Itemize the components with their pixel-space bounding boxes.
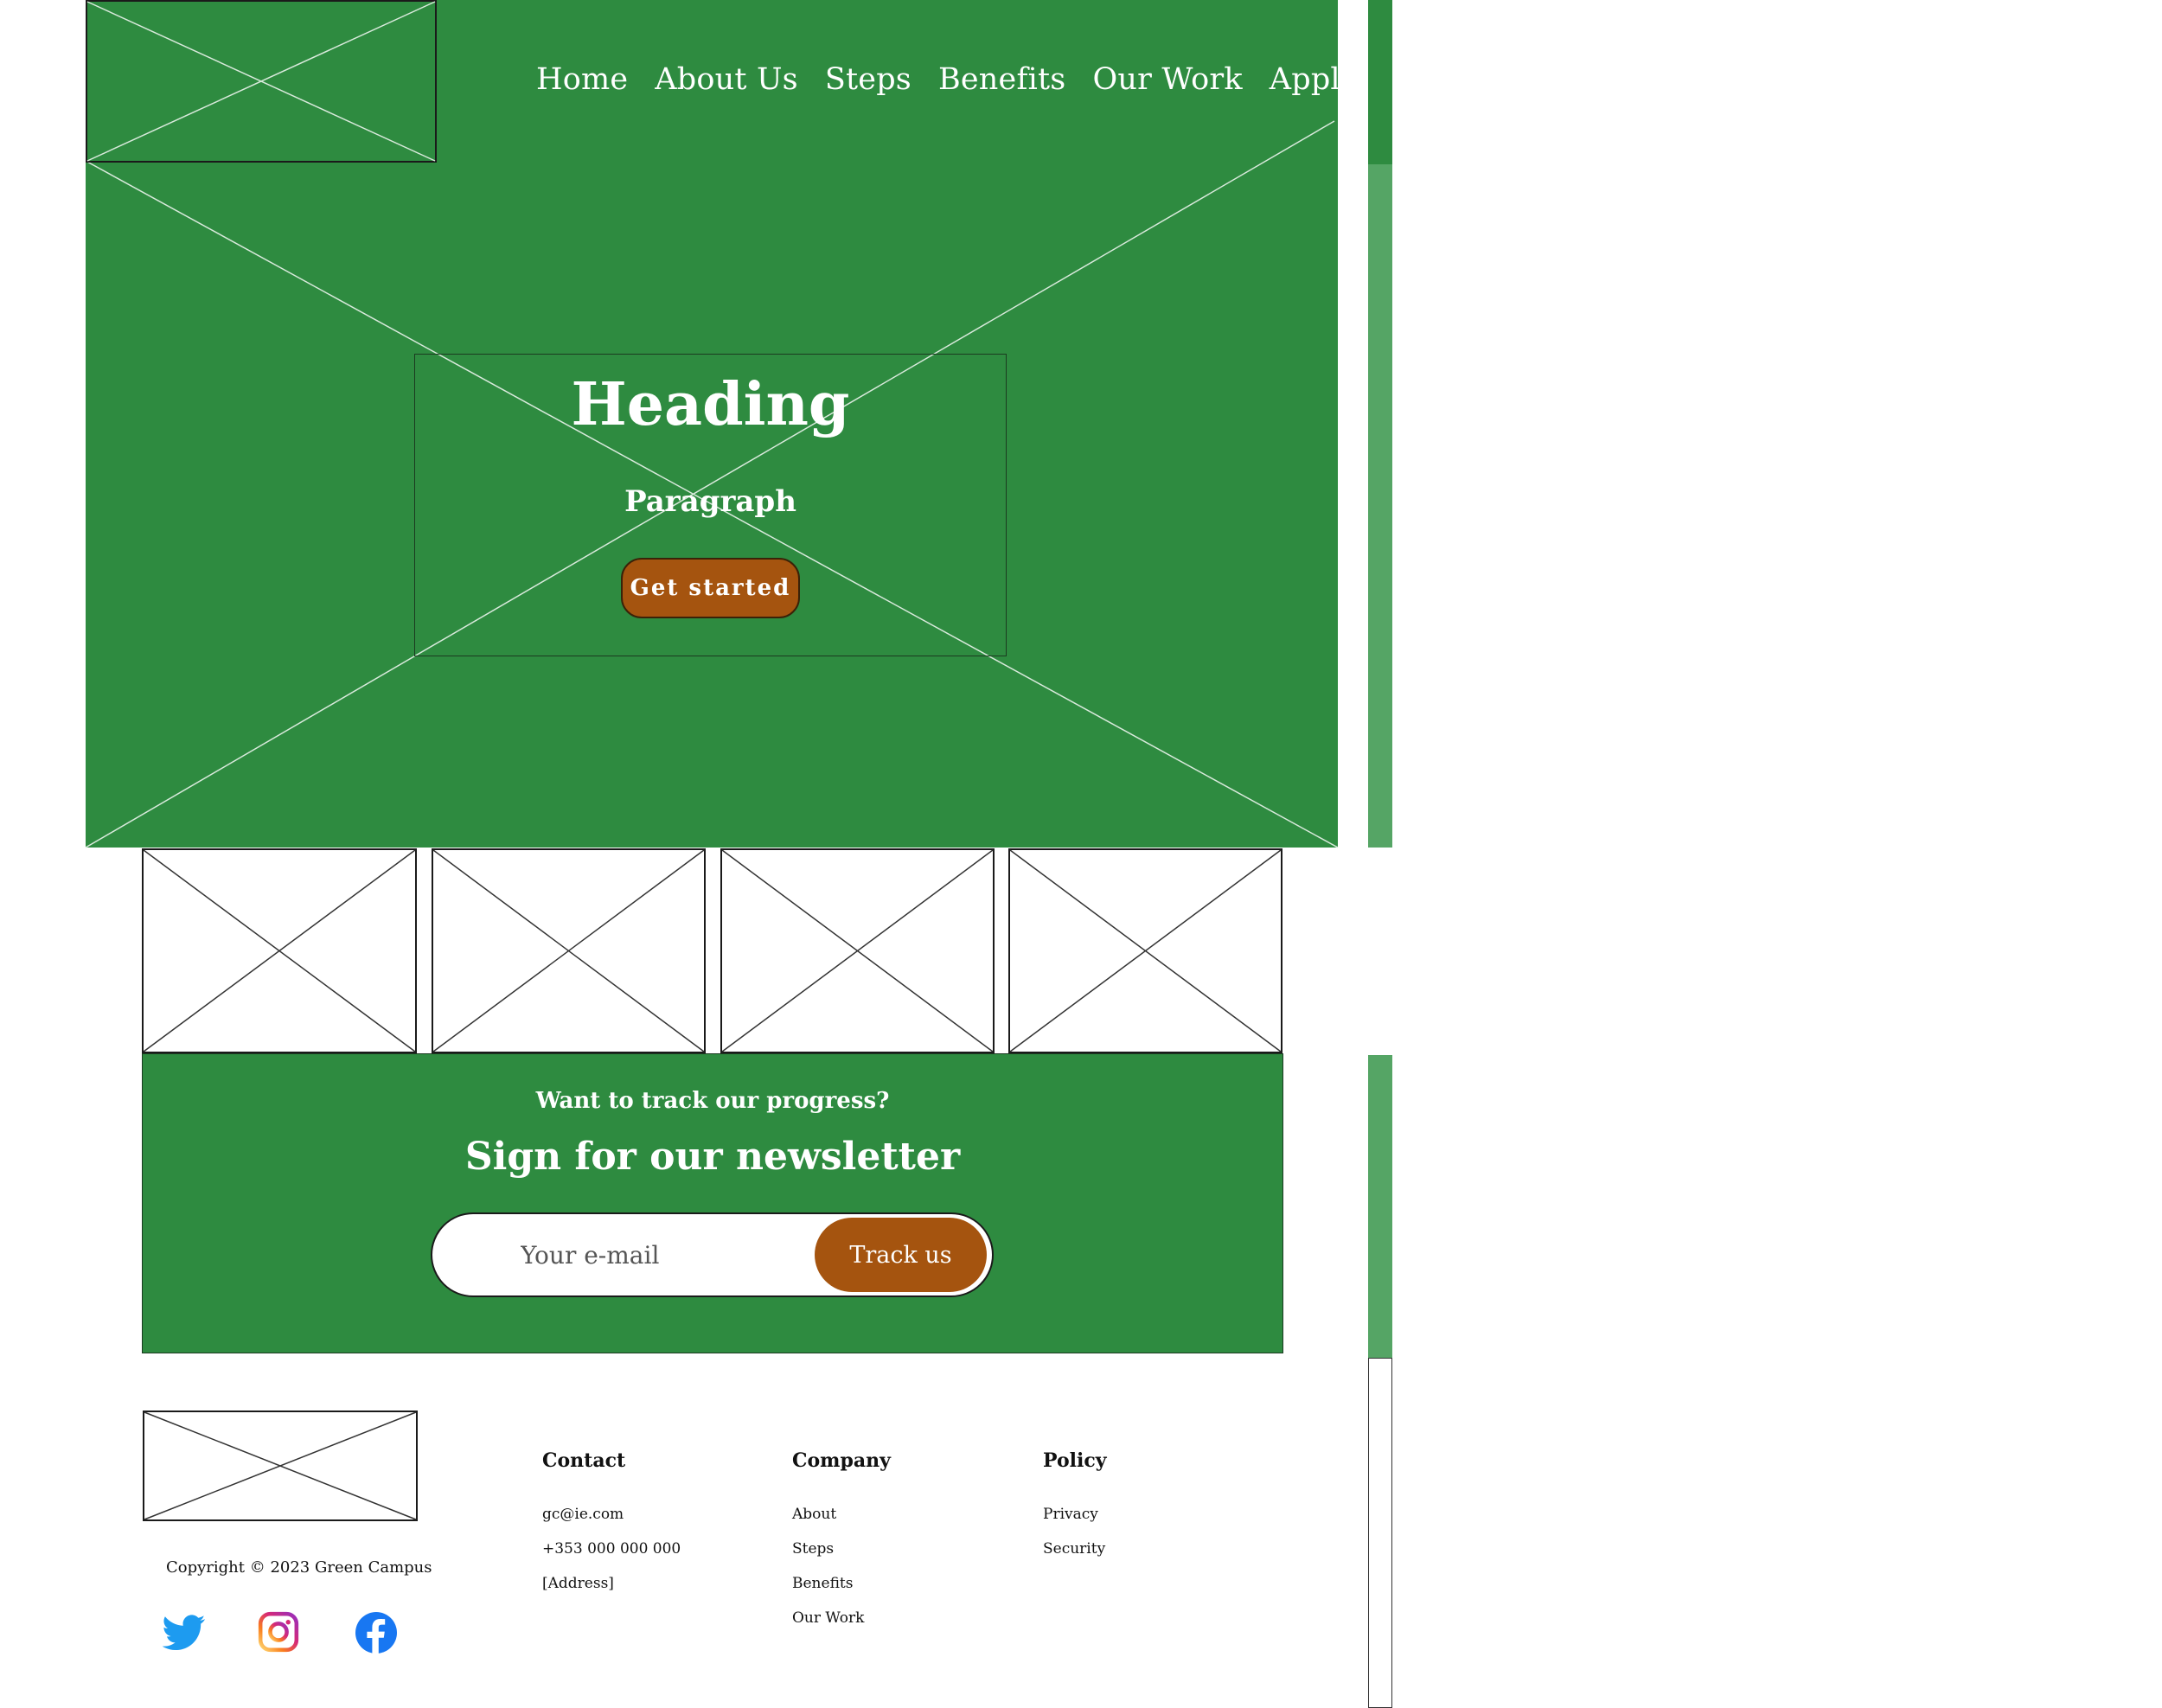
newsletter-question: Want to track our progress? <box>535 1088 890 1114</box>
footer-column-contact: Contact gc@ie.com +353 000 000 000 [Addr… <box>542 1449 681 1592</box>
twitter-icon[interactable] <box>162 1610 206 1654</box>
footer-column-policy: Policy Privacy Security <box>1043 1449 1107 1558</box>
nav-about-us[interactable]: About Us <box>655 62 798 97</box>
footer-link-steps[interactable]: Steps <box>792 1540 891 1558</box>
hero-heading: Heading <box>571 370 850 439</box>
logo-placeholder[interactable] <box>86 0 437 163</box>
nav-home[interactable]: Home <box>536 62 628 97</box>
footer-link-benefits[interactable]: Benefits <box>792 1575 891 1592</box>
footer-heading-policy: Policy <box>1043 1449 1107 1472</box>
instagram-icon[interactable] <box>257 1609 300 1655</box>
footer-link-about[interactable]: About <box>792 1506 891 1523</box>
side-strip-dark <box>1368 0 1392 164</box>
side-strip-footer <box>1368 1358 1392 1708</box>
footer-logo-placeholder <box>143 1411 418 1521</box>
footer-heading-company: Company <box>792 1449 891 1472</box>
copyright-text: Copyright © 2023 Green Campus <box>166 1558 432 1577</box>
side-strip-newsletter <box>1368 1055 1392 1358</box>
newsletter-title: Sign for our newsletter <box>464 1135 961 1179</box>
footer-link-privacy[interactable]: Privacy <box>1043 1506 1107 1523</box>
footer-link-our-work[interactable]: Our Work <box>792 1609 891 1627</box>
image-card-placeholder <box>432 848 706 1053</box>
nav-steps[interactable]: Steps <box>825 62 911 97</box>
contact-email[interactable]: gc@ie.com <box>542 1506 681 1523</box>
side-strip-light <box>1368 164 1392 848</box>
footer-column-company: Company About Steps Benefits Our Work <box>792 1449 891 1627</box>
contact-phone[interactable]: +353 000 000 000 <box>542 1540 681 1558</box>
image-card-placeholder <box>720 848 995 1053</box>
email-input[interactable] <box>450 1221 796 1289</box>
nav-benefits[interactable]: Benefits <box>938 62 1065 97</box>
track-us-button[interactable]: Track us <box>815 1218 987 1292</box>
image-card-placeholder <box>142 848 417 1053</box>
footer-link-security[interactable]: Security <box>1043 1540 1107 1558</box>
contact-address: [Address] <box>542 1575 614 1592</box>
get-started-button[interactable]: Get started <box>621 558 800 618</box>
hero-paragraph: Paragraph <box>624 484 796 519</box>
nav-our-work[interactable]: Our Work <box>1092 62 1242 97</box>
facebook-icon[interactable] <box>355 1612 397 1654</box>
nav-apply[interactable]: Apply <box>1270 62 1358 97</box>
image-card-placeholder <box>1008 848 1282 1053</box>
footer-heading-contact: Contact <box>542 1449 626 1472</box>
main-nav: Home About Us Steps Benefits Our Work Ap… <box>536 54 1358 106</box>
